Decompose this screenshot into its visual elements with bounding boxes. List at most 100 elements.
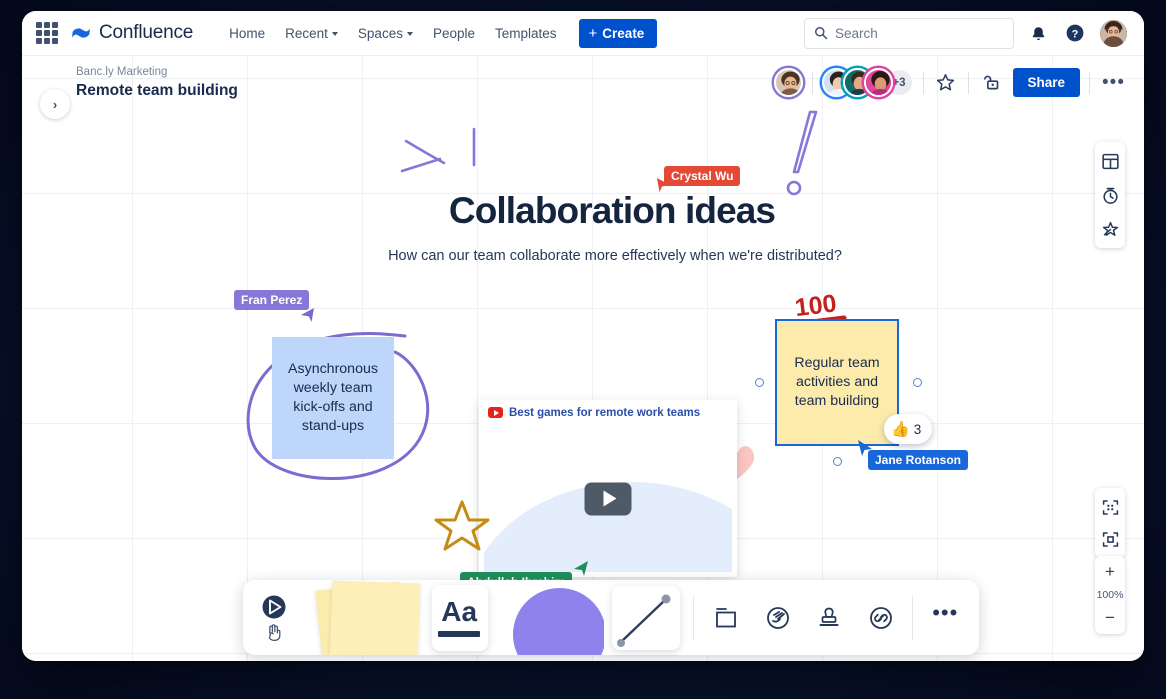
chevron-down-icon	[407, 32, 413, 36]
more-actions-button[interactable]: •••	[1099, 73, 1128, 92]
divider	[812, 72, 813, 94]
nav-spaces-label: Spaces	[358, 26, 403, 41]
whiteboard-canvas[interactable]: Collaboration ideas How can our team col…	[22, 56, 1144, 661]
breadcrumb: Banc.ly Marketing Remote team building	[76, 65, 238, 101]
divider-4	[1089, 72, 1090, 94]
zoom-out-button[interactable]: −	[1096, 604, 1124, 632]
search-icon	[814, 26, 828, 40]
line-icon	[616, 589, 676, 647]
timer-icon[interactable]	[1096, 182, 1124, 208]
frame-icon	[713, 605, 739, 631]
svg-text:?: ?	[1072, 29, 1079, 41]
reaction-count: 3	[914, 422, 922, 437]
line-tool[interactable]	[604, 580, 687, 655]
chevron-down-icon	[332, 32, 338, 36]
global-nav-right: Search ?	[804, 18, 1128, 49]
stamp-tool[interactable]	[803, 580, 855, 655]
sidebar-expand-button[interactable]: ›	[40, 89, 70, 119]
board-subtitle: How can our team collaborate more effect…	[305, 248, 925, 264]
search-input[interactable]: Search	[804, 18, 1014, 49]
more-tools[interactable]: •••	[919, 580, 971, 655]
reactions-icon[interactable]	[1096, 216, 1124, 242]
sticky-note-blue-text: Asynchronous weekly team kick-offs and s…	[284, 360, 382, 436]
nav-templates[interactable]: Templates	[485, 20, 567, 47]
nav-templates-label: Templates	[495, 26, 557, 41]
templates-icon[interactable]	[1096, 148, 1124, 174]
play-button-icon[interactable]	[585, 482, 632, 515]
apps-grid-icon[interactable]	[36, 22, 58, 44]
browser-window: Confluence Home Recent Spaces People Tem…	[22, 11, 1144, 661]
video-embed-header: Best games for remote work teams	[479, 400, 737, 425]
zoom-level-label: 100%	[1097, 586, 1124, 604]
breadcrumb-space[interactable]: Banc.ly Marketing	[76, 65, 238, 79]
sparkle-lines-decoration	[392, 121, 502, 201]
thumbs-up-icon: 👍	[891, 420, 910, 438]
confluence-logo[interactable]: Confluence	[70, 22, 193, 44]
reaction-tool[interactable]	[752, 580, 804, 655]
sticky-note-yellow[interactable]: Regular team activities and team buildin…	[775, 319, 899, 446]
link-tool[interactable]	[855, 580, 907, 655]
board-toolbar: Aa	[243, 580, 979, 655]
cursor-label-jane-rotanson: Jane Rotanson	[868, 450, 968, 470]
avatar-self[interactable]	[774, 68, 803, 97]
fit-to-selection-icon[interactable]	[1096, 526, 1124, 552]
selection-handle-bottom[interactable]	[833, 457, 842, 466]
reaction-badge[interactable]: 👍 3	[884, 414, 932, 444]
create-button-label: Create	[602, 26, 644, 41]
lock-icon[interactable]	[978, 70, 1004, 96]
divider-2	[923, 72, 924, 94]
toolbar-divider	[693, 596, 694, 640]
star-icon[interactable]	[933, 70, 959, 96]
frame-tool[interactable]	[700, 580, 752, 655]
select-tool[interactable]	[251, 580, 297, 655]
video-embed-card[interactable]: Best games for remote work teams	[479, 400, 737, 577]
selection-handle-right[interactable]	[913, 378, 922, 387]
fit-to-content-icon[interactable]	[1096, 494, 1124, 520]
text-tool[interactable]: Aa	[424, 580, 495, 655]
nav-home-label: Home	[229, 26, 265, 41]
share-button[interactable]: Share	[1013, 68, 1081, 97]
sticky-note-blue[interactable]: Asynchronous weekly team kick-offs and s…	[272, 337, 394, 459]
link-icon	[868, 605, 894, 631]
collaborator-avatars: +3	[822, 68, 914, 97]
reactions-icon	[765, 605, 791, 631]
cursor-pointer-fran-perez	[299, 306, 317, 324]
cursor-pointer-abdullah-ibrahim	[572, 559, 590, 577]
brand-name: Confluence	[99, 22, 193, 44]
nav-recent-label: Recent	[285, 26, 328, 41]
youtube-icon	[488, 407, 503, 418]
search-placeholder: Search	[835, 26, 878, 41]
zoom-controls: + 100% −	[1095, 556, 1125, 634]
nav-people[interactable]: People	[423, 20, 485, 47]
page-header-actions: +3 Share •••	[774, 68, 1129, 97]
avatar-collaborator-3[interactable]	[864, 68, 893, 97]
stamp-icon	[816, 605, 842, 631]
user-avatar[interactable]	[1099, 19, 1128, 48]
right-rail-tools	[1095, 142, 1125, 248]
bell-icon[interactable]	[1025, 20, 1051, 46]
create-button[interactable]: + Create	[579, 19, 658, 48]
board-title: Collaboration ideas	[437, 190, 787, 232]
cursor-select-icon	[261, 594, 287, 620]
sticky-note-tool[interactable]	[297, 580, 424, 655]
hand-pan-icon[interactable]	[264, 622, 284, 642]
nav-home[interactable]: Home	[219, 20, 275, 47]
divider-3	[968, 72, 969, 94]
shape-tool[interactable]	[495, 580, 604, 655]
help-circle-icon[interactable]: ?	[1062, 20, 1088, 46]
video-thumbnail[interactable]	[484, 425, 732, 572]
confluence-mark-icon	[70, 22, 92, 44]
nav-people-label: People	[433, 26, 475, 41]
right-rail-fit	[1095, 488, 1125, 558]
nav-recent[interactable]: Recent	[275, 20, 348, 47]
star-sticker[interactable]	[433, 497, 491, 553]
zoom-in-button[interactable]: +	[1096, 558, 1124, 586]
global-navigation: Confluence Home Recent Spaces People Tem…	[22, 11, 1144, 56]
sticky-note-yellow-text: Regular team activities and team buildin…	[789, 354, 885, 411]
plus-icon: +	[589, 26, 598, 41]
nav-spaces[interactable]: Spaces	[348, 20, 423, 47]
selection-handle-left[interactable]	[755, 378, 764, 387]
screen: Confluence Home Recent Spaces People Tem…	[0, 0, 1166, 699]
video-embed-title: Best games for remote work teams	[509, 407, 700, 419]
more-tools-label: •••	[922, 595, 968, 641]
